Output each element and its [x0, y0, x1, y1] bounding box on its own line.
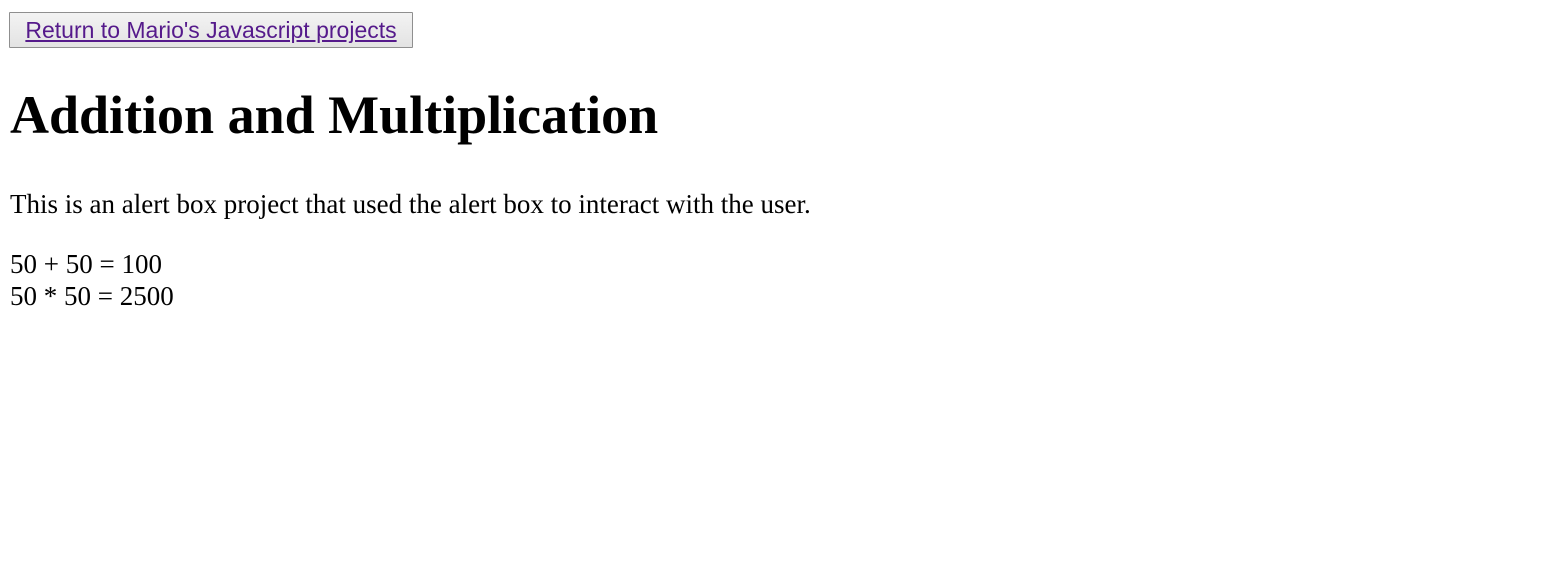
return-button[interactable]: Return to Mario's Javascript projects	[9, 12, 413, 48]
multiplication-result: 50 * 50 = 2500	[10, 281, 174, 311]
page-title: Addition and Multiplication	[10, 85, 659, 145]
addition-result: 50 + 50 = 100	[10, 249, 162, 279]
results-block: 50 + 50 = 100 50 * 50 = 2500	[10, 248, 174, 312]
return-link[interactable]: Return to Mario's Javascript projects	[25, 18, 396, 42]
intro-text: This is an alert box project that used t…	[10, 189, 811, 219]
